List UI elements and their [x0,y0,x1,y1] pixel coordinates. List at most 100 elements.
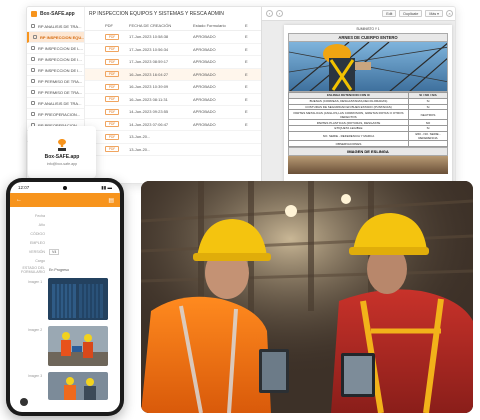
field-label: Fecha [35,213,45,218]
sidebar-item[interactable]: RP PREOPERACION... [27,109,84,120]
workers-photo-2[interactable] [48,372,108,400]
inspection-answer: NEUTROS [408,109,448,121]
form-field[interactable]: Año [15,220,115,229]
more-button[interactable]: Más ▾ [425,10,443,17]
table-row[interactable]: PDF 13-Jun-20... [85,131,261,144]
col-date-header[interactable]: FECHA DE CREACIÓN [129,23,193,28]
sidebar-item[interactable]: RP INSPECCION EQU... [27,32,84,43]
home-button-icon[interactable] [20,398,28,406]
pdf-button[interactable]: PDF [105,58,119,65]
sidebar-item[interactable]: RP ANALISIS DE TRA... [27,21,84,32]
sidebar-brand[interactable]: Box-SAFE.app [27,7,84,21]
form-field[interactable]: Fecha [15,211,115,220]
phone-header: ← ▤ [10,193,120,207]
phone-form: Fecha Año CÓDIGO EMPLEO VERSIÓN V4 Cargo ESTADO… [10,207,120,278]
row-extra: E [245,59,248,65]
sidebar-item[interactable]: RP INSPECCION DE L... [27,43,84,54]
marketing-collage: Box-SAFE.app RP ANALISIS DE TRA... RP INS… [0,0,480,420]
row-extra: E [245,121,248,127]
form-icon [31,24,35,28]
row-state: APROBADO [193,71,216,77]
table-row[interactable]: PDF 17-Jun-2023 08:59:17 APROBADO E [85,56,261,69]
sidebar-item[interactable]: RP INSPECCION DE I... [27,65,84,76]
prev-icon[interactable]: ‹ [266,10,273,17]
image-label-3: Imagen 3 [28,374,43,378]
sling-photo [288,156,448,175]
sidebar-item-label: RP ANALISIS DE TRA... [38,100,82,106]
field-label: CÓDIGO [30,231,45,236]
pdf-button[interactable]: PDF [105,96,119,103]
document-icon[interactable]: ▤ [108,197,114,204]
field-label: Año [38,222,45,227]
document-page: SUMINISTO Y 1 ARNES DE CUERPO ENTERO ESL… [284,25,452,183]
form-field[interactable]: ESTADO DEL FORMULARIO En Progreso [15,265,115,274]
workers-photo-1[interactable] [48,326,108,366]
form-icon [31,90,35,94]
pdf-button[interactable]: PDF [105,108,119,115]
form-icon [31,112,35,116]
sidebar-item[interactable]: RP PERMISO DE TRA... [27,76,84,87]
signal-battery-icon: ▮▮ ▬ [101,184,112,190]
table-row[interactable]: PDF 17-Jun-2023 10:56:34 APROBADO E [85,44,261,56]
field-label: ESTADO DEL FORMULARIO [21,265,45,274]
duplicate-button[interactable]: Duplicate [399,10,423,17]
row-date: 17-Jun-2023 10:58:38 [129,34,169,40]
form-icon [33,35,37,39]
sidebar-item-label: RP INSPECCION EQU... [40,34,84,40]
row-extra: E [245,109,248,115]
form-field[interactable]: CÓDIGO [15,229,115,238]
pdf-button[interactable]: PDF [105,133,119,140]
form-icon [31,46,35,50]
form-field[interactable]: EMPLEO [15,238,115,247]
row-date: 17-Jun-2023 08:59:17 [129,59,169,65]
row-date: 13-Jun-20... [129,146,151,152]
row-extra: E [245,84,248,90]
table-row[interactable]: PDF 16-Jun-2023 16:04:27 APROBADO E [85,68,261,81]
table-row[interactable]: PDF 16-Jun-2023 10:39:09 APROBADO E [85,81,261,94]
container-photo[interactable] [48,278,108,320]
row-date: 14-Jun-2023 09:23:55 [129,109,169,115]
field-label: VERSIÓN [28,249,45,254]
app-card-title: Box-SAFE.app [44,154,80,160]
col-extra-header[interactable]: E [245,23,248,28]
doc-subtitle: IMAGEN DE ESLINGA [288,147,448,157]
row-extra: E [245,34,248,40]
table-row[interactable]: PDF 13-Jun-20... [85,144,261,156]
brand-logo-icon [31,11,37,17]
table-row[interactable]: PDF 14-Jun-2023 09:23:55 APROBADO E [85,106,261,119]
app-card[interactable]: Box-SAFE.app info@box-safe.app [28,126,96,178]
field-value[interactable]: V4 [49,248,60,255]
table-row[interactable]: PDF 14-Jun-2023 07:06:47 APROBADO E [85,119,261,131]
pdf-button[interactable]: PDF [105,71,119,78]
doc-title: ARNES DE CUERPO ENTERO [288,33,448,42]
form-field[interactable]: Cargo [15,256,115,265]
pdf-button[interactable]: PDF [105,83,119,90]
pdf-button[interactable]: PDF [105,33,119,40]
edit-button[interactable]: Edit [382,10,397,17]
field-value[interactable]: En Progreso [49,268,69,272]
col-state-header[interactable]: Estado Formulario [193,23,245,28]
inspection-item: OBSERVACIONES [288,140,409,148]
row-date: 16-Jun-2023 16:04:27 [129,71,169,77]
back-arrow-icon[interactable]: ← [16,197,22,203]
phone-status-bar: 12:07 ▮▮ ▬ [10,182,120,193]
app-card-subtitle: info@box-safe.app [46,162,78,166]
col-pdf-header[interactable]: PDF [105,23,129,28]
table-row[interactable]: PDF 16-Jun-2023 08:11:31 APROBADO E [85,94,261,106]
row-state: APROBADO [193,46,216,52]
table-row[interactable]: PDF 17-Jun-2023 10:58:38 APROBADO E [85,31,261,44]
pdf-button[interactable]: PDF [105,146,119,153]
image-label-1: Imagen 1 [28,280,43,284]
form-field[interactable]: VERSIÓN V4 [15,247,115,256]
pdf-button[interactable]: PDF [105,46,119,53]
records-table-body: PDF 17-Jun-2023 10:58:38 APROBADO E PDF 17-Ju… [85,31,261,156]
sidebar-item[interactable]: RP ANALISIS DE TRA... [27,98,84,109]
sidebar-item[interactable]: RP PERMISO DE TRA... [27,87,84,98]
pdf-button[interactable]: PDF [105,121,119,128]
row-date: 16-Jun-2023 08:11:31 [129,96,168,102]
harness-photo-graphic [289,42,447,91]
close-icon[interactable]: × [446,10,453,17]
row-date: 13-Jun-20... [129,134,151,140]
next-icon[interactable]: › [276,10,283,17]
sidebar-item[interactable]: RP INSPECCION DE I... [27,54,84,65]
